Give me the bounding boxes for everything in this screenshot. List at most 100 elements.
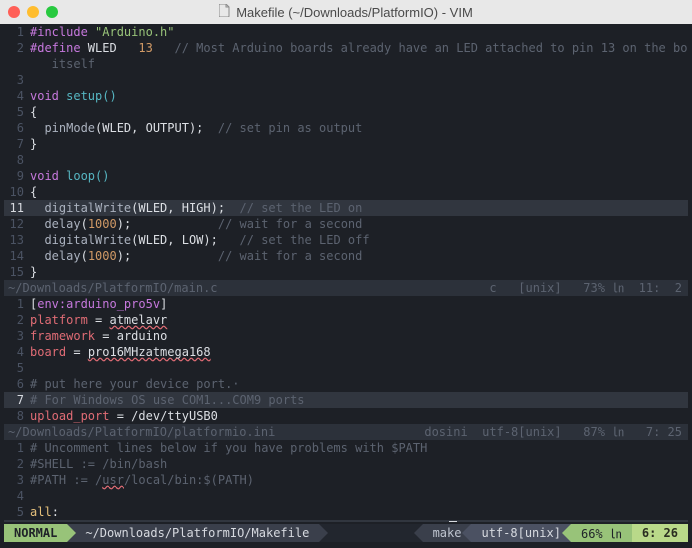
code-line[interactable]: 3#PATH := /usr/local/bin:$(PATH) (4, 472, 688, 488)
code-token: // set pin as output (218, 121, 363, 135)
line-number: 5 (4, 504, 30, 520)
line-number: 14 (4, 248, 30, 264)
pane-main-c[interactable]: 1#include "Arduino.h"2#define WLED 13 //… (4, 24, 688, 296)
line-number: 7 (4, 136, 30, 152)
code-token: #PATH := / (30, 473, 102, 487)
line-number: 12 (4, 216, 30, 232)
code-line[interactable]: 8upload_port = /dev/ttyUSB0 (4, 408, 688, 424)
code-token: // Most Arduino boards already have an L… (175, 41, 689, 55)
code-line[interactable]: 1#include "Arduino.h" (4, 24, 688, 40)
code-token: 1000 (88, 217, 117, 231)
line-number: 6 (4, 520, 30, 522)
code-token: // set the LED off (240, 233, 370, 247)
code-token: } (30, 265, 37, 279)
code-token: // set the LED on (240, 201, 363, 215)
code-line[interactable]: 11 digitalWrite(WLED, HIGH); // set the … (4, 200, 688, 216)
titlebar: Makefile (~/Downloads/PlatformIO) - VIM (0, 0, 692, 24)
code-line[interactable]: 5 (4, 360, 688, 376)
editor[interactable]: 1#include "Arduino.h"2#define WLED 13 //… (4, 24, 688, 522)
pane-platformio-ini[interactable]: 1[env:arduino_pro5v]2platform = atmelavr… (4, 296, 688, 440)
code-token: = (66, 345, 88, 359)
code-line[interactable]: 12 delay(1000); // wait for a second (4, 216, 688, 232)
status-file: ~/Downloads/PlatformIO/Makefile (67, 524, 319, 542)
code-line[interactable]: 4board = pro16MHzatmega168 (4, 344, 688, 360)
line-number: 3 (4, 472, 30, 488)
code-line[interactable]: 2platform = atmelavr (4, 312, 688, 328)
code-line[interactable]: 13 digitalWrite(WLED, LOW); // set the L… (4, 232, 688, 248)
code-line[interactable]: 4void setup() (4, 88, 688, 104)
status-encoding: utf-8[unix] (471, 524, 570, 542)
code-line[interactable]: itself (4, 56, 688, 72)
status-position: 6: 26 (632, 524, 688, 542)
code-token: pinMode (30, 121, 95, 135)
line-number: 9 (4, 168, 30, 184)
code-token: board (30, 345, 66, 359)
code-token: · (232, 377, 239, 391)
window-title-text: Makefile (~/Downloads/PlatformIO) - VIM (236, 5, 473, 20)
code-line[interactable]: 7} (4, 136, 688, 152)
code-token: (WLED, OUTPUT); (95, 121, 218, 135)
code-line[interactable]: 2#define WLED 13 // Most Arduino boards … (4, 40, 688, 56)
code-line[interactable]: 3framework = arduino (4, 328, 688, 344)
code-token: /local/bin:$(PATH) (124, 473, 254, 487)
code-token: } (30, 137, 37, 151)
code-line[interactable]: 3 (4, 72, 688, 88)
minimize-icon[interactable] (27, 6, 39, 18)
code-token: env:arduino_pro5v (37, 297, 160, 311)
mode-text: NORMAL (14, 526, 57, 540)
line-number: 4 (4, 344, 30, 360)
code-line[interactable]: 14 delay(1000); // wait for a second (4, 248, 688, 264)
zoom-icon[interactable] (46, 6, 58, 18)
close-icon[interactable] (8, 6, 20, 18)
code-token: pro16MHzatmega168 (88, 345, 211, 359)
code-line[interactable]: 1# Uncomment lines below if you have pro… (4, 440, 688, 456)
code-token: ( (81, 217, 88, 231)
line-number: 8 (4, 152, 30, 168)
code-token: ] (160, 297, 167, 311)
code-token: arduino (117, 329, 168, 343)
code-line[interactable]: 6# put here your device port.· (4, 376, 688, 392)
pane-makefile[interactable]: 1# Uncomment lines below if you have pro… (4, 440, 688, 522)
code-line[interactable]: 5{ (4, 104, 688, 120)
code-token: = (88, 313, 110, 327)
line-number: 15 (4, 264, 30, 280)
code-token: digitalWrite (30, 201, 131, 215)
code-line[interactable]: 5all: (4, 504, 688, 520)
statusline: NORMAL ~/Downloads/PlatformIO/Makefile m… (4, 524, 688, 542)
code-token: { (30, 185, 37, 199)
code-line[interactable]: 15} (4, 264, 688, 280)
cursor (449, 521, 457, 522)
code-token: ( (81, 249, 88, 263)
code-token: digitalWrite (30, 233, 131, 247)
code-line[interactable]: 7# For Windows OS use COM1...COM9 ports (4, 392, 688, 408)
code-token: void (30, 169, 59, 183)
code-line[interactable]: 2#SHELL := /bin/bash (4, 456, 688, 472)
pane-status-path: ~/Downloads/PlatformIO/main.c (8, 281, 218, 295)
code-token: # Uncomment lines below if you have prob… (30, 441, 427, 455)
cursor-padding (232, 521, 449, 522)
code-token: itself (30, 57, 95, 71)
code-line[interactable]: 9void loop() (4, 168, 688, 184)
code-line[interactable]: 4 (4, 488, 688, 504)
code-line[interactable]: 10{ (4, 184, 688, 200)
pane-status-right: c [unix] 73% ㏑ 11: 2 (489, 280, 682, 296)
code-token: delay (30, 249, 81, 263)
code-token: = (95, 329, 117, 343)
code-line[interactable]: 6 pinMode(WLED, OUTPUT); // set pin as o… (4, 120, 688, 136)
status-filetype-text: make (433, 526, 462, 540)
code-token: platformio run -t upload (59, 521, 232, 522)
code-line[interactable]: 6› platformio run -t upload (4, 520, 688, 522)
code-token: delay (30, 217, 81, 231)
code-token: "Arduino.h" (95, 25, 174, 39)
code-token: 13 (138, 41, 174, 55)
code-token: WLED (88, 41, 139, 55)
code-line[interactable]: 8 (4, 152, 688, 168)
code-token: setup() (59, 89, 117, 103)
code-token: # put here your device port. (30, 377, 232, 391)
code-token: framework (30, 329, 95, 343)
line-number: 6 (4, 376, 30, 392)
pane-status: ~/Downloads/PlatformIO/main.c c [unix] 73… (4, 280, 688, 296)
status-percent-text: 66% ㏑ (581, 525, 622, 542)
code-line[interactable]: 1[env:arduino_pro5v] (4, 296, 688, 312)
code-token: all (30, 505, 52, 519)
